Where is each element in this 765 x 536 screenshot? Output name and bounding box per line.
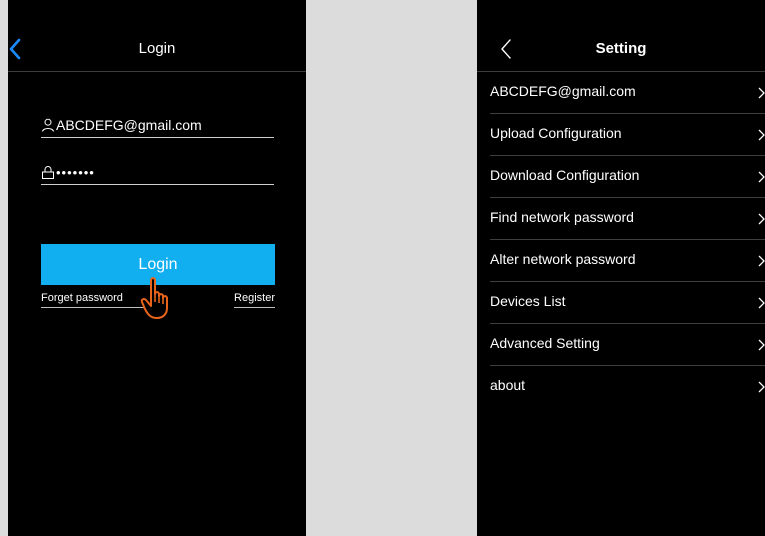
menu-item-account[interactable]: ABCDEFG@gmail.com [490, 72, 765, 114]
menu-item-download-configuration[interactable]: Download Configuration [490, 156, 765, 198]
settings-menu: ABCDEFG@gmail.com Upload Configuration D… [477, 72, 765, 407]
chevron-right-icon [758, 296, 765, 309]
chevron-right-icon [758, 380, 765, 393]
menu-item-label: Advanced Setting [490, 335, 600, 351]
lock-icon [41, 165, 55, 179]
settings-navbar: Setting [477, 0, 765, 72]
menu-item-label: Find network password [490, 209, 634, 225]
email-field-row [41, 115, 274, 138]
password-input[interactable] [56, 162, 271, 182]
forget-password-link[interactable]: Forget password [41, 292, 145, 308]
menu-item-label: Devices List [490, 293, 566, 309]
chevron-right-icon [758, 86, 765, 99]
login-screen: Login Login Forget password Register [8, 0, 306, 536]
menu-item-label: ABCDEFG@gmail.com [490, 83, 636, 99]
menu-item-advanced-setting[interactable]: Advanced Setting [490, 324, 765, 366]
menu-item-label: Upload Configuration [490, 125, 622, 141]
chevron-right-icon [758, 338, 765, 351]
menu-item-label: about [490, 377, 526, 393]
menu-item-devices-list[interactable]: Devices List [490, 282, 765, 324]
chevron-right-icon [758, 212, 765, 225]
menu-item-label: Download Configuration [490, 167, 640, 183]
menu-item-label: Alter network password [490, 251, 636, 267]
chevron-right-icon [758, 254, 765, 267]
login-navbar: Login [8, 0, 306, 72]
menu-item-about[interactable]: about [490, 366, 765, 407]
menu-item-find-network-password[interactable]: Find network password [490, 198, 765, 240]
register-link[interactable]: Register [234, 292, 275, 308]
page-title: Setting [595, 40, 647, 57]
menu-item-upload-configuration[interactable]: Upload Configuration [490, 114, 765, 156]
hand-pointer-icon [139, 276, 175, 320]
email-input[interactable] [56, 115, 271, 135]
chevron-right-icon [758, 170, 765, 183]
user-icon [41, 118, 55, 132]
password-field-row [41, 162, 274, 185]
page-title: Login [138, 40, 176, 57]
chevron-right-icon [758, 128, 765, 141]
menu-item-alter-network-password[interactable]: Alter network password [490, 240, 765, 282]
settings-screen: Setting ABCDEFG@gmail.com Upload Configu… [477, 0, 765, 536]
